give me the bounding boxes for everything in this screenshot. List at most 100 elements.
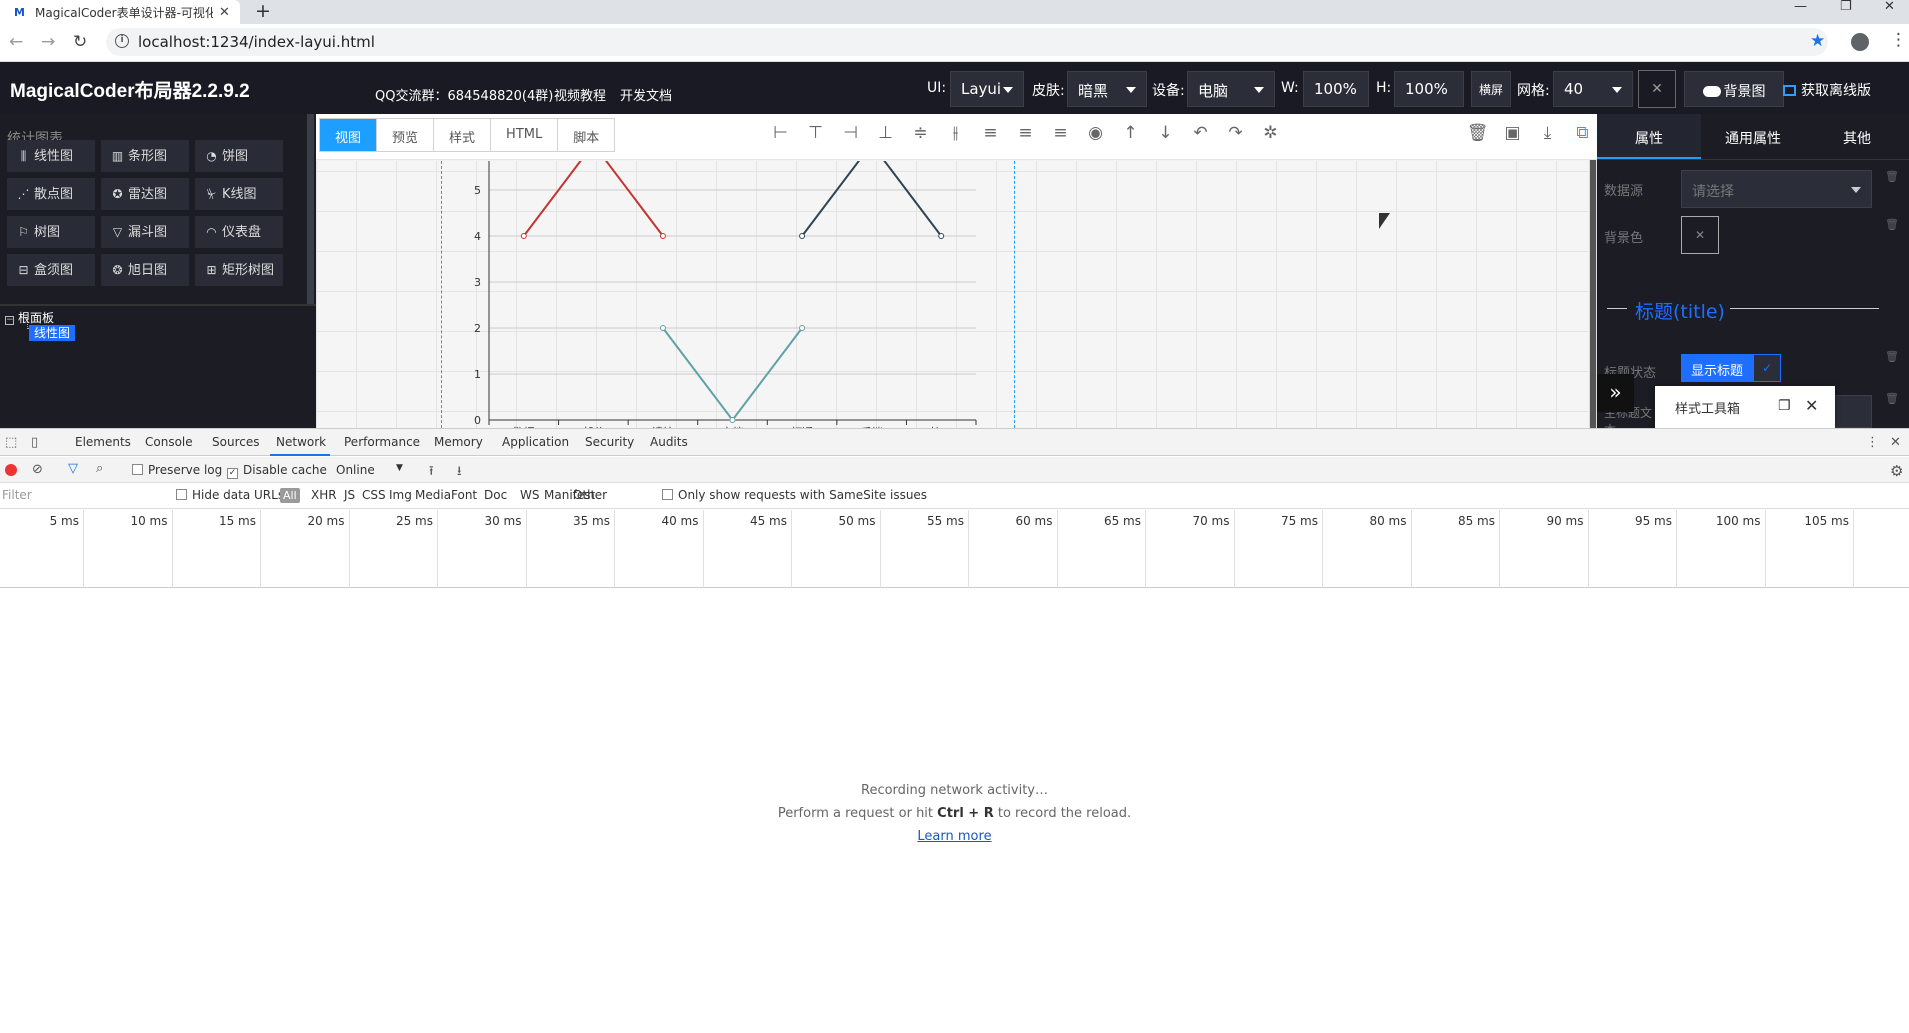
show-title-toggle[interactable]: 显示标题 ✓: [1681, 354, 1782, 382]
learn-more-link[interactable]: Learn more: [917, 829, 991, 844]
text-align-right-icon[interactable]: ≡: [1043, 123, 1078, 143]
tab-0[interactable]: 视图: [320, 119, 378, 151]
chart-button-funnel[interactable]: ▽ 漏斗图: [101, 216, 189, 248]
distribute-vertical-icon[interactable]: ≑: [903, 123, 938, 143]
datasource-select[interactable]: 请选择: [1681, 170, 1872, 208]
redo-icon[interactable]: ↷: [1218, 123, 1253, 143]
chart-button-line[interactable]: ⫼ 线性图: [7, 140, 95, 172]
header-color-swatch[interactable]: ✕: [1638, 70, 1676, 108]
type-filter-img[interactable]: Img: [389, 488, 412, 502]
search-icon[interactable]: ⌕: [96, 461, 103, 476]
target-icon[interactable]: ◉: [1078, 123, 1113, 143]
trash-icon[interactable]: 🗑: [1885, 218, 1899, 231]
trash-icon[interactable]: 🗑: [1885, 392, 1899, 405]
devtools-menu-icon[interactable]: ⋮: [1866, 435, 1879, 450]
chart-button-radar[interactable]: ✪ 雷达图: [101, 178, 189, 210]
align-bottom-icon[interactable]: ⊥: [868, 123, 903, 143]
undo-icon[interactable]: ↶: [1183, 123, 1218, 143]
restore-icon[interactable]: ❐: [1840, 0, 1852, 14]
download-icon[interactable]: ⤓: [1530, 123, 1565, 143]
import-har-icon[interactable]: ⭱: [429, 462, 434, 484]
collapse-icon[interactable]: −: [5, 316, 14, 325]
devtools-tab-performance[interactable]: Performance: [344, 435, 420, 449]
samesite-checkbox[interactable]: Only show requests with SameSite issues: [662, 488, 927, 502]
browser-tab[interactable]: M MagicalCoder表单设计器-可视化 ✕: [0, 0, 240, 24]
line-chart[interactable]: 012345数据部分请按文档打通后端接口: [446, 161, 986, 428]
trash-icon[interactable]: 🗑: [1885, 170, 1899, 183]
grid-select[interactable]: 40: [1553, 71, 1633, 107]
width-input[interactable]: 100%: [1303, 71, 1369, 107]
chart-button-treemap[interactable]: ⊞ 矩形树图: [195, 254, 283, 286]
device-toolbar-icon[interactable]: ▯: [31, 435, 38, 450]
tab-4[interactable]: 脚本: [558, 119, 615, 151]
background-image-button[interactable]: 背景图: [1684, 71, 1784, 107]
chart-button-scatter[interactable]: ⋰ 散点图: [7, 178, 95, 210]
bookmark-star-icon[interactable]: ★: [1810, 31, 1825, 51]
chart-button-gauge[interactable]: ◠ 仪表盘: [195, 216, 283, 248]
filter-icon[interactable]: ▽: [68, 461, 78, 476]
canvas-scrollbar[interactable]: [1589, 160, 1597, 428]
property-tab-2[interactable]: 其他: [1805, 114, 1909, 159]
align-right-icon[interactable]: ⊣: [833, 123, 868, 143]
window-close-icon[interactable]: ✕: [1884, 0, 1895, 14]
devtools-tab-console[interactable]: Console: [145, 435, 193, 449]
tree-node-line-chart[interactable]: 线性图: [25, 324, 76, 341]
export-har-icon[interactable]: ⭳: [457, 462, 462, 484]
text-align-left-icon[interactable]: ≡: [973, 123, 1008, 143]
property-tab-0[interactable]: 属性: [1597, 114, 1701, 159]
minimize-icon[interactable]: —: [1794, 0, 1807, 14]
close-icon[interactable]: ✕: [1890, 435, 1901, 450]
align-left-icon[interactable]: ⊢: [763, 123, 798, 143]
devtools-tab-network[interactable]: Network: [276, 435, 326, 449]
back-icon[interactable]: ←: [9, 32, 23, 52]
landscape-button[interactable]: 横屏: [1471, 71, 1511, 107]
forward-icon[interactable]: →: [41, 32, 55, 52]
devtools-tab-memory[interactable]: Memory: [434, 435, 483, 449]
type-filter-doc[interactable]: Doc: [484, 488, 507, 502]
debug-icon[interactable]: ✲: [1253, 123, 1288, 143]
site-info-icon[interactable]: i: [115, 34, 129, 48]
height-input[interactable]: 100%: [1394, 71, 1464, 107]
record-icon[interactable]: [5, 464, 17, 476]
inspect-element-icon[interactable]: ⬚: [5, 435, 17, 450]
devtools-tab-security[interactable]: Security: [585, 435, 634, 449]
type-filter-all[interactable]: All: [280, 488, 300, 503]
dev-docs-link[interactable]: 开发文档: [620, 85, 672, 104]
property-tab-1[interactable]: 通用属性: [1701, 114, 1805, 159]
account-avatar-icon[interactable]: [1851, 33, 1869, 51]
chart-button-bar[interactable]: ▥ 条形图: [101, 140, 189, 172]
ui-select[interactable]: Layui: [950, 71, 1024, 107]
save-icon[interactable]: ▣: [1495, 123, 1530, 143]
type-filter-ws[interactable]: WS: [520, 488, 539, 502]
tab-2[interactable]: 样式: [434, 119, 492, 151]
devtools-tab-elements[interactable]: Elements: [75, 435, 131, 449]
tab-1[interactable]: 预览: [377, 119, 435, 151]
settings-gear-icon[interactable]: ⚙: [1890, 462, 1903, 480]
address-bar[interactable]: i localhost:1234/index-layui.html: [106, 28, 1828, 56]
trash-icon[interactable]: 🗑: [1460, 123, 1495, 143]
type-filter-other[interactable]: Other: [573, 488, 607, 502]
type-filter-css[interactable]: CSS: [362, 488, 386, 502]
align-top-icon[interactable]: ⊤: [798, 123, 833, 143]
type-filter-js[interactable]: JS: [344, 488, 355, 502]
chart-button-pie[interactable]: ◔ 饼图: [195, 140, 283, 172]
devtools-tab-application[interactable]: Application: [502, 435, 569, 449]
fullscreen-icon[interactable]: ⧉: [1565, 123, 1600, 143]
skin-select[interactable]: 暗黑: [1067, 71, 1147, 107]
scrollbar-thumb[interactable]: [1590, 160, 1596, 428]
text-align-center-icon[interactable]: ≡: [1008, 123, 1043, 143]
device-select[interactable]: 电脑: [1187, 71, 1275, 107]
move-up-icon[interactable]: ↑: [1113, 123, 1148, 143]
tab-3[interactable]: HTML: [491, 119, 559, 151]
left-panel-scrollbar[interactable]: [307, 114, 314, 304]
distribute-horizontal-icon[interactable]: ⫲: [938, 123, 973, 143]
chart-button-sunburst[interactable]: ❂ 旭日图: [101, 254, 189, 286]
chart-button-boxplot[interactable]: ⊟ 盒须图: [7, 254, 95, 286]
expand-panel-icon[interactable]: »: [1597, 374, 1634, 412]
filter-input[interactable]: Filter: [0, 485, 162, 506]
throttle-select[interactable]: Online ▼: [336, 463, 406, 477]
new-tab-icon[interactable]: +: [255, 0, 271, 22]
close-icon[interactable]: ✕: [1805, 396, 1818, 415]
devtools-tab-audits[interactable]: Audits: [650, 435, 688, 449]
type-filter-font[interactable]: Font: [451, 488, 477, 502]
